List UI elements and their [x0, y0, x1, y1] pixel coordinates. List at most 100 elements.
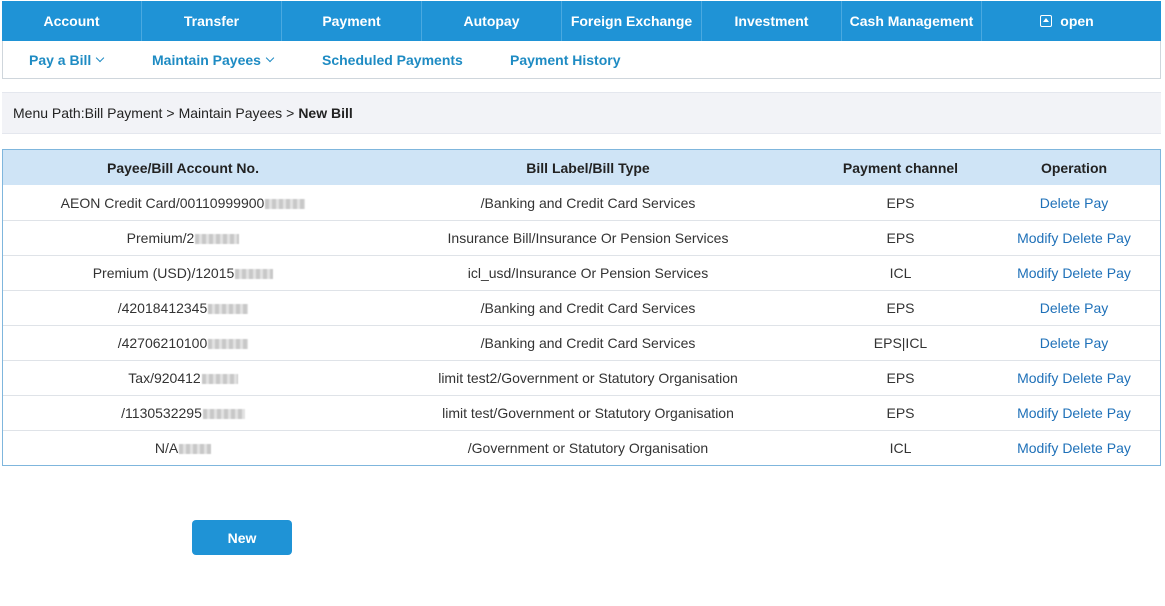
sub-nav: Pay a Bill Maintain Payees Scheduled Pay…	[2, 41, 1161, 79]
payment-channel: EPS	[886, 405, 915, 421]
table-row: /42706210100 /Banking and Credit Card Se…	[3, 325, 1160, 360]
payee-account: Premium (USD)/12015	[92, 265, 235, 281]
nav-payment[interactable]: Payment	[282, 1, 422, 41]
new-button[interactable]: New	[192, 520, 292, 555]
nav-autopay-label: Autopay	[463, 13, 520, 29]
table-row: Premium/2 Insurance Bill/Insurance Or Pe…	[3, 220, 1160, 255]
delete-link[interactable]: Delete	[1062, 370, 1102, 386]
delete-link[interactable]: Delete	[1062, 230, 1102, 246]
table-row: Premium (USD)/12015 icl_usd/Insurance Or…	[3, 255, 1160, 290]
bill-label: /Banking and Credit Card Services	[480, 194, 696, 211]
table-row: /42018412345 /Banking and Credit Card Se…	[3, 290, 1160, 325]
bill-label: Insurance Bill/Insurance Or Pension Serv…	[447, 230, 729, 246]
modify-link[interactable]: Modify	[1017, 405, 1058, 421]
payee-account: /42706210100	[117, 335, 208, 351]
modify-link[interactable]: Modify	[1017, 265, 1058, 281]
table-row: /1130532295 limit test/Government or Sta…	[3, 395, 1160, 430]
payment-channel: EPS|ICL	[873, 335, 928, 351]
subnav-scheduled-payments-label: Scheduled Payments	[322, 52, 463, 68]
modify-link[interactable]: Modify	[1017, 230, 1058, 246]
masked-digits	[201, 374, 238, 385]
breadcrumb-bill-payment: Bill Payment	[84, 105, 163, 121]
delete-link[interactable]: Delete	[1062, 440, 1102, 456]
bill-label: /Banking and Credit Card Services	[480, 300, 696, 316]
modify-link[interactable]: Modify	[1017, 440, 1058, 456]
payment-channel: EPS	[886, 194, 915, 211]
payee-account: Premium/2	[126, 230, 195, 246]
breadcrumb: Menu Path: Bill Payment > Maintain Payees…	[2, 92, 1161, 134]
pay-link[interactable]: Pay	[1107, 230, 1131, 246]
breadcrumb-current: New Bill	[298, 105, 353, 121]
masked-digits	[265, 198, 306, 209]
nav-investment[interactable]: Investment	[702, 1, 842, 41]
chevron-down-icon	[265, 53, 275, 63]
pay-link[interactable]: Pay	[1084, 300, 1108, 316]
masked-digits	[179, 444, 212, 455]
bill-label: limit test/Government or Statutory Organ…	[442, 405, 734, 421]
nav-foreign-exchange-label: Foreign Exchange	[570, 13, 693, 29]
subnav-scheduled-payments[interactable]: Scheduled Payments	[322, 52, 463, 68]
payee-account: /1130532295	[121, 405, 202, 421]
payee-table: Payee/Bill Account No. Bill Label/Bill T…	[2, 149, 1161, 466]
chevron-down-icon	[96, 53, 105, 63]
payment-channel: ICL	[889, 440, 912, 456]
nav-foreign-exchange[interactable]: Foreign Exchange	[562, 1, 702, 41]
table-header: Payee/Bill Account No. Bill Label/Bill T…	[3, 150, 1160, 185]
nav-cash-management-label: Cash Management	[849, 13, 974, 29]
table-row: N/A /Government or Statutory Organisatio…	[3, 430, 1160, 465]
header-bill-label: Bill Label/Bill Type	[526, 159, 650, 176]
masked-digits	[208, 339, 249, 350]
masked-digits	[202, 409, 245, 420]
bill-label: icl_usd/Insurance Or Pension Services	[467, 265, 709, 281]
pay-link[interactable]: Pay	[1107, 440, 1131, 456]
nav-autopay[interactable]: Autopay	[422, 1, 562, 41]
breadcrumb-separator: >	[166, 105, 175, 121]
payment-channel: EPS	[886, 300, 915, 316]
subnav-pay-a-bill-label: Pay a Bill	[29, 52, 92, 68]
payment-channel: EPS	[886, 370, 915, 386]
header-payee-account: Payee/Bill Account No.	[107, 159, 259, 176]
delete-link[interactable]: Delete	[1040, 335, 1080, 351]
payee-account: N/A	[154, 440, 179, 456]
breadcrumb-maintain-payees: Maintain Payees	[178, 105, 283, 121]
nav-transfer-label: Transfer	[183, 13, 240, 29]
subnav-pay-a-bill[interactable]: Pay a Bill	[29, 52, 105, 68]
delete-link[interactable]: Delete	[1040, 195, 1080, 211]
delete-link[interactable]: Delete	[1062, 265, 1102, 281]
subnav-payment-history[interactable]: Payment History	[510, 52, 620, 68]
pay-link[interactable]: Pay	[1084, 195, 1108, 211]
nav-investment-label: Investment	[734, 13, 809, 29]
masked-digits	[208, 304, 249, 315]
header-operation: Operation	[1040, 159, 1108, 176]
table-row: AEON Credit Card/00110999900 /Banking an…	[3, 185, 1160, 220]
breadcrumb-separator: >	[286, 105, 295, 121]
payment-channel: ICL	[889, 265, 912, 281]
nav-open-label: open	[1060, 13, 1094, 29]
pay-link[interactable]: Pay	[1107, 405, 1131, 421]
header-payment-channel: Payment channel	[842, 159, 959, 176]
breadcrumb-prefix: Menu Path:	[13, 105, 85, 121]
subnav-maintain-payees[interactable]: Maintain Payees	[152, 52, 275, 68]
nav-account[interactable]: Account	[2, 1, 142, 41]
payee-account: /42018412345	[117, 300, 208, 316]
masked-digits	[195, 234, 240, 245]
delete-link[interactable]: Delete	[1040, 300, 1080, 316]
pay-link[interactable]: Pay	[1084, 335, 1108, 351]
bill-label: /Government or Statutory Organisation	[467, 440, 709, 456]
nav-open[interactable]: open	[982, 1, 1152, 41]
top-nav: Account Transfer Payment Autopay Foreign…	[2, 1, 1161, 41]
payment-channel: EPS	[886, 230, 915, 246]
masked-digits	[235, 269, 274, 280]
pay-link[interactable]: Pay	[1107, 265, 1131, 281]
nav-cash-management[interactable]: Cash Management	[842, 1, 982, 41]
pay-link[interactable]: Pay	[1107, 370, 1131, 386]
bill-label: /Banking and Credit Card Services	[480, 335, 696, 351]
bill-label: limit test2/Government or Statutory Orga…	[438, 370, 738, 386]
delete-link[interactable]: Delete	[1062, 405, 1102, 421]
nav-transfer[interactable]: Transfer	[142, 1, 282, 41]
table-row: Tax/920412 limit test2/Government or Sta…	[3, 360, 1160, 395]
open-icon	[1040, 15, 1053, 27]
subnav-payment-history-label: Payment History	[510, 52, 621, 68]
subnav-maintain-payees-label: Maintain Payees	[152, 52, 261, 68]
modify-link[interactable]: Modify	[1017, 370, 1058, 386]
